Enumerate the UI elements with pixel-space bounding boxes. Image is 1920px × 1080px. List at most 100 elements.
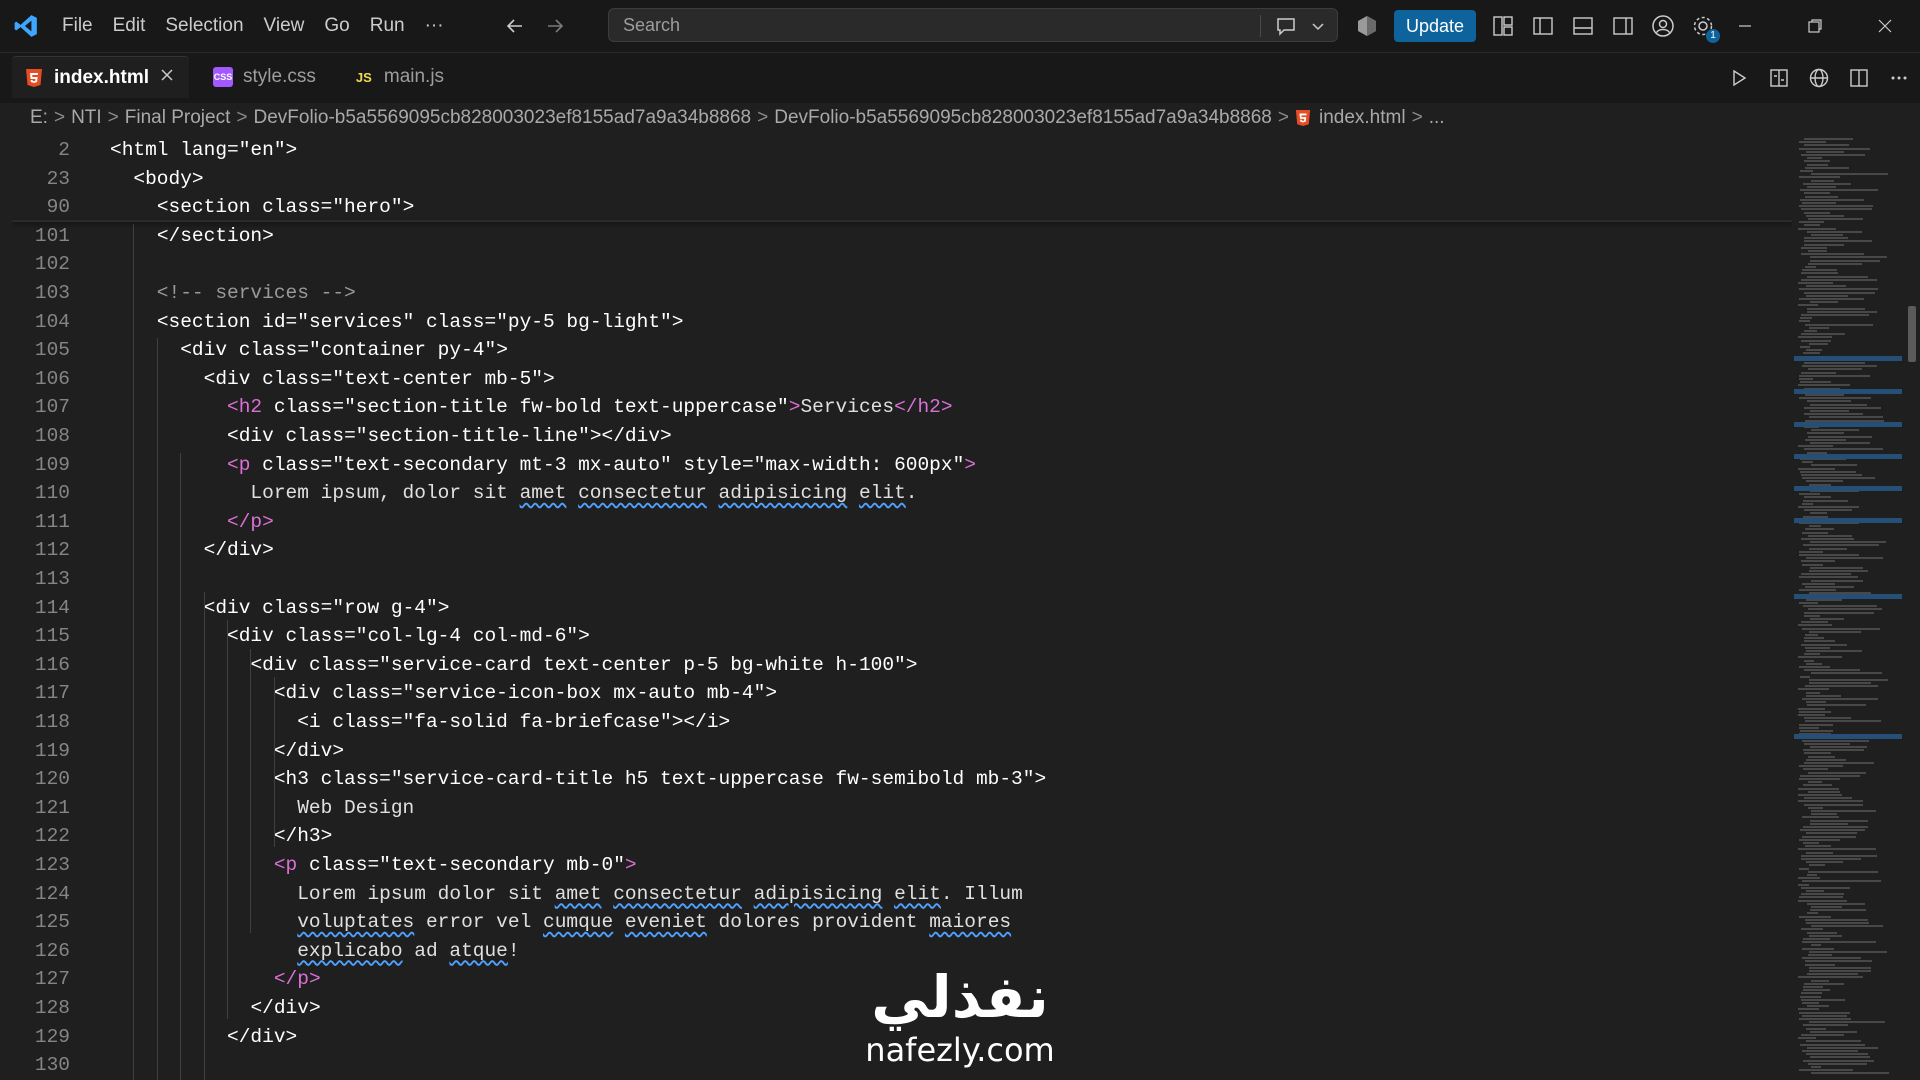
tab-style-css[interactable]: CSS style.css (201, 56, 330, 98)
minimap-line (1802, 835, 1856, 838)
menu-file[interactable]: File (52, 0, 103, 52)
chat-icon[interactable] (1275, 15, 1297, 42)
code-line[interactable]: 110 Lorem ipsum, dolor sit amet consecte… (12, 479, 1792, 508)
open-changes-icon[interactable] (1766, 65, 1792, 91)
update-button[interactable]: Update (1394, 10, 1477, 42)
globe-icon[interactable] (1806, 65, 1832, 91)
minimap-line (1802, 502, 1813, 505)
minimap-highlight (1794, 594, 1902, 599)
split-editor-icon[interactable] (1846, 65, 1872, 91)
minimap-line (1799, 867, 1809, 870)
minimap-line (1799, 838, 1840, 841)
line-number: 112 (34, 539, 70, 562)
code-line[interactable]: 120 <h3 class="service-card-title h5 tex… (12, 765, 1792, 794)
minimap-line (1804, 611, 1874, 614)
minimap-line (1803, 544, 1879, 547)
menu-selection[interactable]: Selection (155, 0, 253, 52)
code-line[interactable]: 124 Lorem ipsum dolor sit amet consectet… (12, 880, 1792, 909)
code-line[interactable]: 112 </div> (12, 536, 1792, 565)
copilot-icon[interactable] (1354, 13, 1380, 39)
code-line[interactable]: 105 <div class="container py-4"> (12, 336, 1792, 365)
watermark: نفذلي nafezly.com (850, 962, 1070, 1068)
forward-arrow-icon[interactable] (544, 15, 566, 37)
minimap-line (1799, 397, 1871, 400)
code-line[interactable]: 108 <div class="section-title-line"></di… (12, 422, 1792, 451)
close-window-icon[interactable] (1850, 0, 1920, 52)
code-text: Lorem ipsum dolor sit amet consectetur a… (110, 882, 1023, 905)
minimap-line (1806, 832, 1857, 835)
breadcrumb-item[interactable]: NTI (71, 107, 102, 129)
code-line[interactable]: 114 <div class="row g-4"> (12, 594, 1792, 623)
tab-main-js[interactable]: JS main.js (342, 56, 458, 98)
code-line[interactable]: 113 (12, 565, 1792, 594)
restore-icon[interactable] (1780, 0, 1850, 52)
breadcrumb-item[interactable]: DevFolio-b5a5569095cb828003023ef8155ad7a… (774, 107, 1272, 129)
code-line[interactable]: 118 <i class="fa-solid fa-briefcase"></i… (12, 708, 1792, 737)
more-actions-icon[interactable] (1886, 65, 1912, 91)
minimap-line (1806, 1053, 1868, 1056)
code-editor[interactable]: 2 <html lang="en"> 23 <body> 90 <section cl… (12, 134, 1792, 1080)
code-line[interactable]: 101 </section> (12, 222, 1792, 251)
close-tab-icon[interactable] (159, 67, 175, 89)
minimap-line (1804, 637, 1824, 640)
minimap-line (1806, 349, 1822, 352)
code-line[interactable]: 106 <div class="text-center mb-5"> (12, 365, 1792, 394)
back-arrow-icon[interactable] (504, 15, 526, 37)
code-text: <div class="col-lg-4 col-md-6"> (227, 625, 590, 648)
minimap-line (1799, 896, 1843, 899)
breadcrumb-item[interactable]: E: (30, 107, 48, 129)
code-line[interactable]: 115 <div class="col-lg-4 col-md-6"> (12, 622, 1792, 651)
code-line[interactable]: 2 <html lang="en"> (12, 136, 1792, 165)
minimap-line (1804, 762, 1874, 764)
line-number: 101 (34, 224, 70, 247)
minimize-icon[interactable] (1710, 0, 1780, 52)
code-line[interactable]: 23 <body> (12, 165, 1792, 194)
minimap-line (1802, 563, 1823, 566)
run-icon[interactable] (1726, 65, 1752, 91)
toggle-primary-sidebar-icon[interactable] (1530, 13, 1556, 39)
code-line[interactable]: 122 </h3> (12, 822, 1792, 851)
minimap-line (1807, 432, 1844, 435)
minimap-line (1805, 394, 1844, 396)
minimap-line (1801, 998, 1845, 1001)
minimap-line (1800, 189, 1878, 192)
chevron-down-icon[interactable] (1311, 17, 1325, 38)
breadcrumb-item[interactable]: ... (1429, 107, 1445, 129)
scrollbar-thumb[interactable] (1908, 306, 1916, 362)
breadcrumb-item[interactable]: Final Project (125, 107, 231, 129)
minimap-line (1807, 902, 1865, 905)
toggle-secondary-sidebar-icon[interactable] (1610, 13, 1636, 39)
code-line[interactable]: 109 <p class="text-secondary mt-3 mx-aut… (12, 451, 1792, 480)
minimap-highlight (1794, 518, 1902, 523)
breadcrumb-item[interactable]: index.html (1319, 107, 1406, 129)
code-line[interactable]: 119 </div> (12, 737, 1792, 766)
code-line[interactable]: 102 (12, 250, 1792, 279)
code-line[interactable]: 107 <h2 class="section-title fw-bold tex… (12, 393, 1792, 422)
minimap-line (1800, 317, 1812, 320)
code-line[interactable]: 104 <section id="services" class="py-5 b… (12, 308, 1792, 337)
code-line[interactable]: 116 <div class="service-card text-center… (12, 651, 1792, 680)
code-line[interactable]: 121 Web Design (12, 794, 1792, 823)
menu-edit[interactable]: Edit (103, 0, 156, 52)
minimap[interactable] (1792, 134, 1904, 1080)
code-line[interactable]: 125 voluptates error vel cumque eveniet … (12, 908, 1792, 937)
code-line[interactable]: 90 <section class="hero"> (12, 193, 1792, 222)
menu-go[interactable]: Go (314, 0, 359, 52)
menu-view[interactable]: View (254, 0, 315, 52)
code-line[interactable]: 111 </p> (12, 508, 1792, 537)
customize-layout-icon[interactable] (1490, 13, 1516, 39)
code-line[interactable]: 103 <!-- services --> (12, 279, 1792, 308)
minimap-line (1801, 339, 1831, 342)
toggle-panel-icon[interactable] (1570, 13, 1596, 39)
code-line[interactable]: 123 <p class="text-secondary mb-0"> (12, 851, 1792, 880)
tab-index-html[interactable]: index.html (12, 56, 190, 98)
account-icon[interactable] (1650, 13, 1676, 39)
breadcrumb-item[interactable]: DevFolio-b5a5569095cb828003023ef8155ad7a… (254, 107, 752, 129)
code-line[interactable]: 117 <div class="service-icon-box mx-auto… (12, 679, 1792, 708)
minimap-line (1801, 854, 1877, 857)
line-number: 119 (34, 739, 70, 762)
menu-run[interactable]: Run (360, 0, 415, 52)
minimap-highlight (1794, 389, 1902, 394)
menu-more[interactable]: ··· (415, 0, 454, 52)
command-center-search[interactable]: Search (608, 8, 1338, 42)
